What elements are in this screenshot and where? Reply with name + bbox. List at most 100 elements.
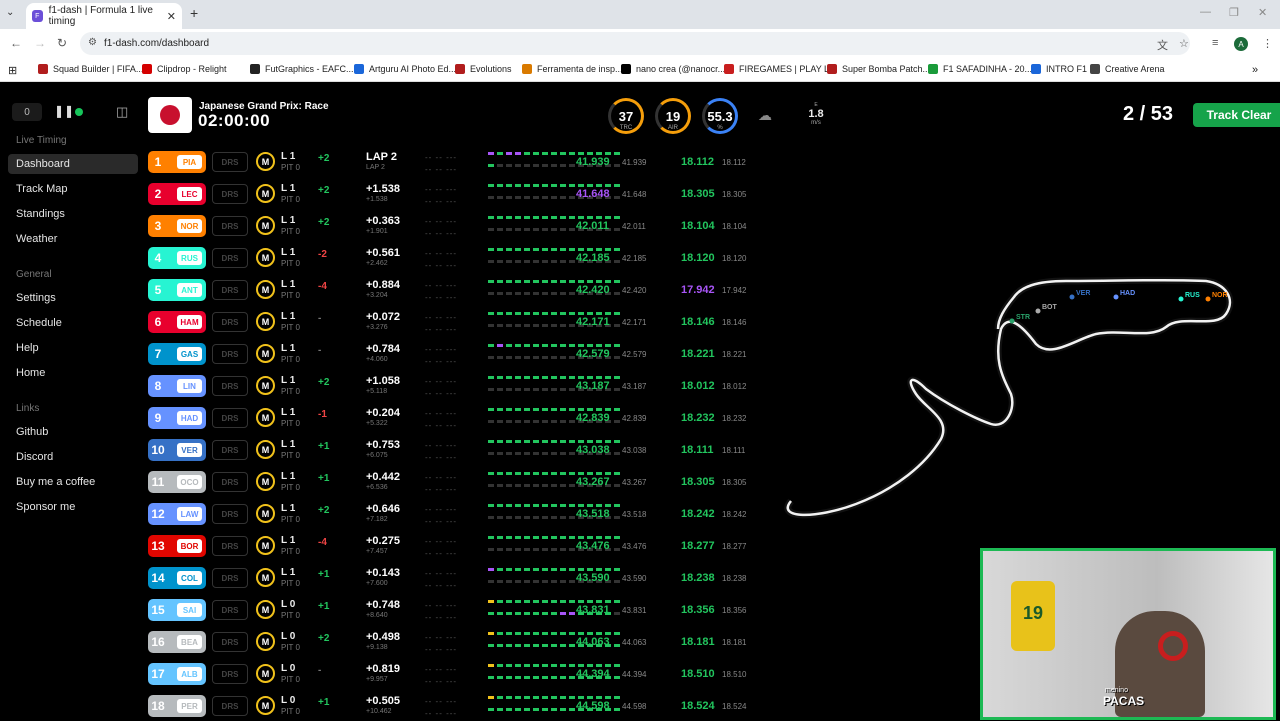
new-tab-icon[interactable]: + (190, 5, 198, 21)
sidebar-item-settings[interactable]: Settings (8, 288, 138, 308)
empty-sector-times: -- -- --- (425, 217, 458, 226)
mini-sector (551, 152, 557, 155)
mini-sector (497, 708, 503, 711)
bookmark-item[interactable]: Squad Builder | FIFA... (38, 64, 143, 74)
mini-sector (515, 184, 521, 187)
delay-counter[interactable]: 0 (12, 103, 42, 121)
driver-row[interactable]: 6 HAM DRS M L 1 PIT 0 - +0.072 +3.276 -- -- --- --… (148, 309, 768, 337)
translate-icon[interactable]: 文 (1157, 37, 1168, 53)
menu-icon[interactable]: ⋮ (1262, 37, 1273, 50)
best-sector-time: 18.242 (722, 510, 747, 519)
mini-sector (542, 164, 548, 167)
bookmark-item[interactable]: Ferramenta de insp... (522, 64, 623, 74)
tyre-compound-icon: M (256, 184, 275, 203)
mini-sector (515, 664, 521, 667)
bookmark-item[interactable]: INTRO F1 (1031, 64, 1087, 74)
driver-row[interactable]: 9 HAD DRS M L 1 PIT 0 -1 +0.204 +5.322 -- -- --- -… (148, 405, 768, 433)
driver-row[interactable]: 14 COL DRS M L 1 PIT 0 +1 +0.143 +7.600 -- -- ---… (148, 565, 768, 593)
driver-row[interactable]: 16 BEA DRS M L 0 PIT 0 +2 +0.498 +9.138 -- -- ---… (148, 629, 768, 657)
driver-row[interactable]: 12 LAW DRS M L 1 PIT 0 +2 +0.646 +7.182 -- -- ---… (148, 501, 768, 529)
maximize-icon[interactable]: ❐ (1229, 6, 1239, 19)
apps-icon[interactable]: ⊞ (8, 64, 17, 77)
best-sector-time: 18.104 (722, 222, 747, 231)
sidebar-item-dashboard[interactable]: Dashboard (8, 154, 138, 174)
sidebar-item-sponsor-me[interactable]: Sponsor me (8, 497, 138, 517)
driver-row[interactable]: 2 LEC DRS M L 1 PIT 0 +2 +1.538 +1.538 -- -- --- -… (148, 181, 768, 209)
mini-sector (533, 228, 539, 231)
bookmark-item[interactable]: Super Bomba Patch... (827, 64, 930, 74)
close-tab-icon[interactable]: ✕ (167, 10, 176, 23)
driver-row[interactable]: 1 PIA DRS M L 1 PIT 0 +2 LAP 2 LAP 2 -- -- --- -- … (148, 149, 768, 177)
mini-sector (551, 676, 557, 679)
mini-sector (488, 612, 494, 615)
site-info-icon[interactable]: ⚙ (88, 37, 97, 48)
sidebar-item-track-map[interactable]: Track Map (8, 179, 138, 199)
mini-sector (587, 312, 593, 315)
mini-sector (578, 504, 584, 507)
media-icon[interactable]: ≡ (1212, 37, 1218, 49)
bookmark-item[interactable]: nano crea (@nanocr... (621, 64, 725, 74)
more-bookmarks-icon[interactable]: » (1252, 64, 1258, 76)
bookmark-item[interactable]: Artguru AI Photo Ed... (354, 64, 456, 74)
bookmark-star-icon[interactable]: ☆ (1179, 37, 1189, 50)
mini-sector (560, 580, 566, 583)
sidebar-item-home[interactable]: Home (8, 363, 138, 383)
mini-sector (515, 260, 521, 263)
last-lap-time: 43.590 (576, 572, 610, 584)
driver-row[interactable]: 18 PER DRS M L 0 PIT 0 +1 +0.505 +10.462 -- -- --… (148, 693, 768, 721)
tyre-compound-icon: M (256, 632, 275, 651)
driver-row[interactable]: 15 SAI DRS M L 0 PIT 0 +1 +0.748 +8.640 -- -- ---… (148, 597, 768, 625)
forward-icon[interactable]: → (34, 36, 46, 50)
reload-icon[interactable]: ↻ (57, 36, 67, 50)
empty-sector-times: -- -- --- (425, 549, 458, 558)
bookmark-item[interactable]: FutGraphics - EAFC... (250, 64, 354, 74)
sidebar-item-discord[interactable]: Discord (8, 447, 138, 467)
driver-row[interactable]: 10 VER DRS M L 1 PIT 0 +1 +0.753 +6.075 -- -- ---… (148, 437, 768, 465)
mini-sector (497, 260, 503, 263)
mini-sector (515, 196, 521, 199)
gap-to-leader: LAP 2 (366, 164, 385, 171)
tab-search-icon[interactable]: ⌄ (6, 7, 14, 18)
driver-row[interactable]: 5 ANT DRS M L 1 PIT 0 -4 +0.884 +3.204 -- -- --- -… (148, 277, 768, 305)
bookmark-item[interactable]: Creative Arena (1090, 64, 1165, 74)
mini-sector (533, 516, 539, 519)
back-icon[interactable]: ← (10, 36, 22, 50)
driver-row[interactable]: 4 RUS DRS M L 1 PIT 0 -2 +0.561 +2.462 -- -- --- -… (148, 245, 768, 273)
gap-to-leader: +2.462 (366, 260, 388, 267)
minimize-icon[interactable]: — (1200, 6, 1211, 18)
driver-row[interactable]: 13 BOR DRS M L 1 PIT 0 -4 +0.275 +7.457 -- -- ---… (148, 533, 768, 561)
sidebar-item-buy-me-a-coffee[interactable]: Buy me a coffee (8, 472, 138, 492)
driver-row[interactable]: 17 ALB DRS M L 0 PIT 0 - +0.819 +9.957 -- -- --- -… (148, 661, 768, 689)
pause-icon[interactable]: ❚❚ (54, 104, 74, 118)
sidebar-toggle-icon[interactable]: ◫ (116, 104, 128, 120)
bookmark-item[interactable]: Clipdrop - Relight (142, 64, 227, 74)
mini-sector (614, 580, 620, 583)
sidebar-item-standings[interactable]: Standings (8, 204, 138, 224)
driver-row[interactable]: 8 LIN DRS M L 1 PIT 0 +2 +1.058 +5.118 -- -- --- -… (148, 373, 768, 401)
url-field[interactable]: ⚙ f1-dash.com/dashboard (80, 32, 1190, 55)
mini-sector (488, 696, 494, 699)
mini-sector (524, 632, 530, 635)
mini-sector (506, 376, 512, 379)
sidebar-item-help[interactable]: Help (8, 338, 138, 358)
mini-sector (551, 292, 557, 295)
sidebar-item-github[interactable]: Github (8, 422, 138, 442)
bookmark-item[interactable]: Evolutions (455, 64, 512, 74)
mini-sector (605, 408, 611, 411)
driver-row[interactable]: 11 OCO DRS M L 1 PIT 0 +1 +0.442 +6.536 -- -- ---… (148, 469, 768, 497)
mini-sector (488, 344, 494, 347)
profile-avatar[interactable]: A (1234, 37, 1248, 51)
mini-sector (569, 708, 575, 711)
browser-tab[interactable]: F f1-dash | Formula 1 live timing ✕ (26, 3, 182, 29)
sidebar-item-weather[interactable]: Weather (8, 229, 138, 249)
mini-sector (533, 164, 539, 167)
driver-row[interactable]: 3 NOR DRS M L 1 PIT 0 +2 +0.363 +1.901 -- -- --- -… (148, 213, 768, 241)
bookmark-item[interactable]: FIREGAMES | PLAY L... (724, 64, 837, 74)
car-label: STR (1016, 314, 1030, 321)
mini-sector (596, 600, 602, 603)
mini-sector (542, 644, 548, 647)
close-window-icon[interactable]: ✕ (1258, 6, 1267, 19)
driver-row[interactable]: 7 GAS DRS M L 1 PIT 0 - +0.784 +4.060 -- -- --- --… (148, 341, 768, 369)
bookmark-item[interactable]: F1 SAFADINHA - 20... (928, 64, 1032, 74)
sidebar-item-schedule[interactable]: Schedule (8, 313, 138, 333)
